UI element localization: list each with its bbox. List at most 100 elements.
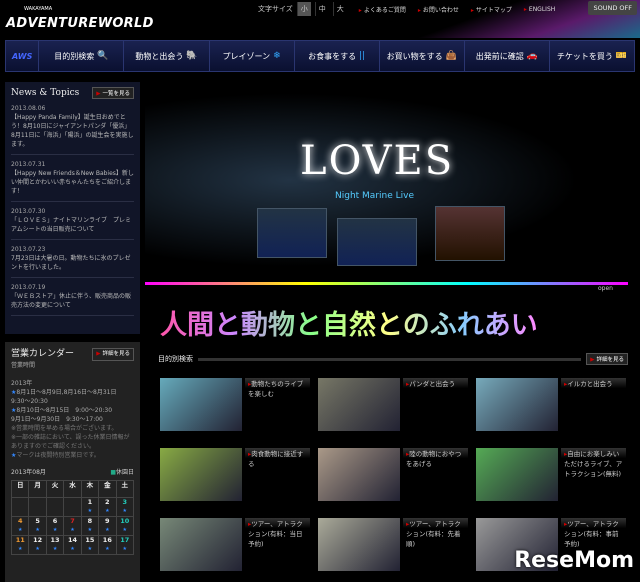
- size-large[interactable]: 大: [332, 2, 347, 16]
- search-more-button[interactable]: 詳細を見る: [586, 353, 628, 365]
- elephant-icon: 🐘: [186, 51, 198, 61]
- purpose-card[interactable]: 陸の動物におやつをあげる: [318, 448, 476, 504]
- calendar-day[interactable]: 1 ★: [80, 497, 100, 517]
- calendar-day[interactable]: 14 ★: [63, 535, 82, 555]
- nav-before-visit[interactable]: 出発前に確認 🚗: [463, 41, 549, 71]
- card-photo[interactable]: [160, 378, 242, 431]
- star-icon: ★: [35, 546, 40, 552]
- utility-links: 文字サイズ 小 中 大 よくあるご質問 お問い合わせ サイトマップ ENGLIS…: [258, 2, 555, 16]
- card-label[interactable]: 肉食動物に接近する: [245, 448, 310, 474]
- calendar-day[interactable]: 8 ★: [80, 516, 100, 536]
- faq-link[interactable]: よくあるご質問: [359, 5, 406, 14]
- news-text[interactable]: 【Happy New Friends＆New Babies】新しい仲間とかわいい…: [11, 169, 134, 196]
- card-label[interactable]: 陸の動物におやつをあげる: [403, 448, 468, 474]
- nav-animals[interactable]: 動物と出会う 🐘: [123, 41, 208, 71]
- card-photo[interactable]: [476, 378, 558, 431]
- size-medium[interactable]: 中: [314, 2, 329, 16]
- calendar-day[interactable]: 12 ★: [28, 535, 47, 555]
- calendar-more-button[interactable]: 詳細を見る: [92, 348, 134, 361]
- news-item[interactable]: 2013.07.31 【Happy New Friends＆New Babies】…: [11, 155, 134, 202]
- star-icon: ★: [105, 527, 110, 533]
- calendar-day[interactable]: 15 ★: [80, 535, 100, 555]
- star-icon: ★: [122, 527, 127, 533]
- news-text[interactable]: 「ＷＥＢストア」休止に伴う、販売商品の販売方法の変更について: [11, 292, 134, 310]
- calendar-day[interactable]: 11 ★: [10, 535, 30, 555]
- aws-logo[interactable]: AWS: [6, 52, 38, 61]
- card-photo[interactable]: [318, 378, 400, 431]
- card-photo[interactable]: [160, 518, 242, 571]
- nav-label: チケットを買う: [556, 51, 613, 61]
- card-label[interactable]: パンダと出会う: [403, 378, 468, 404]
- hero-open-link[interactable]: open: [598, 285, 613, 292]
- news-text[interactable]: 「ＬＯＶＥＳ」ナイトマリンライブ プレミアムシートの当日販売について: [11, 216, 134, 234]
- news-more-button[interactable]: 一覧を見る: [92, 87, 134, 99]
- weekday-header: 月: [28, 480, 47, 498]
- calendar-day[interactable]: 10 ★: [115, 516, 135, 536]
- card-label[interactable]: 動物たちのライブを楽しむ: [245, 378, 310, 404]
- purpose-card[interactable]: パンダと出会う: [318, 378, 476, 434]
- nav-tickets[interactable]: チケットを買う 🎫: [548, 41, 634, 71]
- card-label[interactable]: ツアー、アトラクション(有料：事前予約): [561, 518, 626, 548]
- calendar-day[interactable]: 4 ★: [10, 516, 30, 536]
- purpose-card[interactable]: 自由にお楽しみいただけるライブ、アトラクション(無料): [476, 448, 634, 504]
- card-label[interactable]: ツアー、アトラクション(有料：先着順): [403, 518, 468, 548]
- card-label[interactable]: 自由にお楽しみいただけるライブ、アトラクション(無料): [561, 448, 626, 478]
- news-item[interactable]: 2013.08.06 【Happy Panda Family】誕生日おめでとう！8…: [11, 99, 134, 155]
- hero-thumb: [337, 218, 417, 266]
- news-item[interactable]: 2013.07.23 7月23日は大暑の日。動物たちに氷のプレゼントを行いました。: [11, 240, 134, 278]
- star-icon: ★: [17, 546, 23, 552]
- calendar-day[interactable]: 5 ★: [28, 516, 47, 536]
- card-label[interactable]: ツアー、アトラクション(有料：当日予約): [245, 518, 310, 548]
- english-link[interactable]: ENGLISH: [524, 6, 555, 13]
- calendar-day: [63, 497, 82, 517]
- star-icon: ★: [122, 546, 127, 552]
- nav-shopping[interactable]: お買い物をする 👜: [378, 41, 464, 71]
- card-photo[interactable]: [318, 518, 400, 571]
- star-icon: ★: [35, 527, 40, 533]
- card-photo[interactable]: [160, 448, 242, 501]
- card-photo[interactable]: [476, 448, 558, 501]
- logo[interactable]: WAKAYAMA ADVENTUREWORLD: [6, 6, 154, 31]
- car-icon: 🚗: [526, 51, 538, 61]
- purpose-card[interactable]: ツアー、アトラクション(有料：先着順): [318, 518, 476, 574]
- calendar-day[interactable]: 17 ★: [115, 535, 135, 555]
- card-photo[interactable]: [318, 448, 400, 501]
- news-text[interactable]: 【Happy Panda Family】誕生日おめでとう！8月10日にジャイアン…: [11, 113, 134, 149]
- news-item[interactable]: 2013.07.19 「ＷＥＢストア」休止に伴う、販売商品の販売方法の変更について: [11, 278, 134, 316]
- calendar-day[interactable]: 2 ★: [98, 497, 117, 517]
- weekday-header: 金: [98, 480, 117, 498]
- calendar-day[interactable]: 9 ★: [98, 516, 117, 536]
- hours-label: 営業時間: [11, 362, 36, 369]
- calendar-day[interactable]: 16 ★: [98, 535, 117, 555]
- nav-search[interactable]: 目的別検索 🔍: [38, 41, 123, 71]
- calendar-day[interactable]: 3 ★: [115, 497, 135, 517]
- purpose-card[interactable]: 動物たちのライブを楽しむ: [160, 378, 318, 434]
- sitemap-link[interactable]: サイトマップ: [471, 5, 512, 14]
- search-icon: 🔍: [97, 51, 109, 61]
- news-item[interactable]: 2013.07.30 「ＬＯＶＥＳ」ナイトマリンライブ プレミアムシートの当日販売…: [11, 202, 134, 240]
- news-text[interactable]: 7月23日は大暑の日。動物たちに氷のプレゼントを行いました。: [11, 254, 134, 272]
- nav-label: お食事をする: [308, 51, 357, 61]
- nav-dining[interactable]: お食事をする ||: [293, 41, 379, 71]
- calendar-table: 日月火水木金土 1 ★ 2 ★ 3 ★ 4 ★ 5 ★ 6 ★ 7 ★ 8 ★ 9 ★ 10 ★ 11 ★ 12 ★ 13 ★ 14 ★…: [10, 480, 135, 555]
- contact-link[interactable]: お問い合わせ: [418, 5, 459, 14]
- calendar-day[interactable]: 6 ★: [45, 516, 65, 536]
- purpose-card[interactable]: 肉食動物に接近する: [160, 448, 318, 504]
- card-label[interactable]: イルカと出会う: [561, 378, 626, 404]
- calendar-day[interactable]: 13 ★: [45, 535, 65, 555]
- main-nav: AWS 目的別検索 🔍 動物と出会う 🐘 プレイゾーン ❄ お食事をする || お買い物…: [5, 40, 635, 72]
- tagline: 人間と動物と自然とのふれあい: [160, 303, 538, 342]
- purpose-card[interactable]: イルカと出会う: [476, 378, 634, 434]
- news-date: 2013.08.06: [11, 105, 46, 112]
- purpose-card[interactable]: ツアー、アトラクション(有料：当日予約): [160, 518, 318, 574]
- star-icon: ★: [52, 546, 58, 552]
- size-small[interactable]: 小: [296, 2, 311, 16]
- nav-playzone[interactable]: プレイゾーン ❄: [208, 41, 294, 71]
- hero-banner[interactable]: LOVES Night Marine Live: [145, 78, 628, 285]
- calendar-title: 営業カレンダー: [11, 349, 75, 359]
- sound-off-button[interactable]: SOUND OFF: [588, 1, 637, 15]
- hours-line: 8月10日～8月15日 9:00～20:30: [16, 407, 113, 414]
- calendar-day[interactable]: 7 ★: [63, 516, 82, 536]
- star-icon: ★: [87, 546, 93, 552]
- calendar-note: マークは夜間特別営業日です。: [16, 452, 100, 459]
